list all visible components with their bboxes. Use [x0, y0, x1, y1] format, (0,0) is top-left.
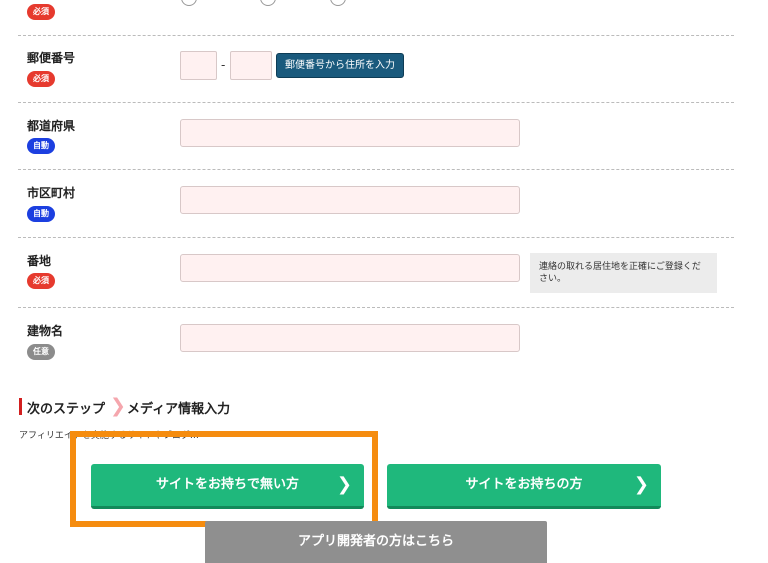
has-site-button[interactable]: サイトをお持ちの方 ❯	[387, 464, 661, 509]
radio-option-3[interactable]	[330, 0, 346, 6]
postal-code-second-input[interactable]	[230, 51, 272, 80]
city-input[interactable]	[180, 186, 520, 214]
chevron-right-icon: ❯	[633, 474, 649, 495]
street-help-note: 連絡の取れる居住地を正確にご登録ください。	[530, 253, 717, 293]
postal-lookup-button[interactable]: 郵便番号から住所を入力	[276, 53, 404, 78]
highlight-frame	[70, 431, 378, 527]
optional-badge: 任意	[27, 344, 55, 360]
prefecture-label: 都道府県	[27, 119, 76, 133]
auto-badge: 自動	[27, 206, 55, 222]
required-badge: 必須	[27, 4, 55, 20]
row-divider	[18, 35, 734, 36]
building-input[interactable]	[180, 324, 520, 352]
next-step-label: 次のステップ	[27, 402, 106, 417]
section-accent-bar	[19, 398, 22, 415]
radio-option-1[interactable]	[181, 0, 197, 6]
row-divider	[18, 307, 734, 308]
street-label: 番地	[27, 254, 52, 268]
app-developer-button[interactable]: アプリ開発者の方はこちら	[205, 521, 547, 563]
auto-badge: 自動	[27, 138, 55, 154]
row-divider	[18, 169, 734, 170]
row-divider	[18, 102, 734, 103]
has-site-button-label: サイトをお持ちの方	[465, 477, 583, 492]
prefecture-input[interactable]	[180, 119, 520, 147]
radio-option-2[interactable]	[260, 0, 276, 6]
postal-code-first-input[interactable]	[180, 51, 217, 80]
building-label: 建物名	[27, 324, 64, 338]
row-divider	[18, 237, 734, 238]
required-badge: 必須	[27, 273, 55, 289]
street-input[interactable]	[180, 254, 520, 282]
chevron-right-icon: ❯	[110, 395, 126, 417]
next-step-target: メディア情報入力	[127, 402, 231, 417]
required-badge: 必須	[27, 71, 55, 87]
postal-code-label: 郵便番号	[27, 51, 76, 65]
city-label: 市区町村	[27, 186, 76, 200]
postal-code-dash: -	[221, 58, 226, 72]
